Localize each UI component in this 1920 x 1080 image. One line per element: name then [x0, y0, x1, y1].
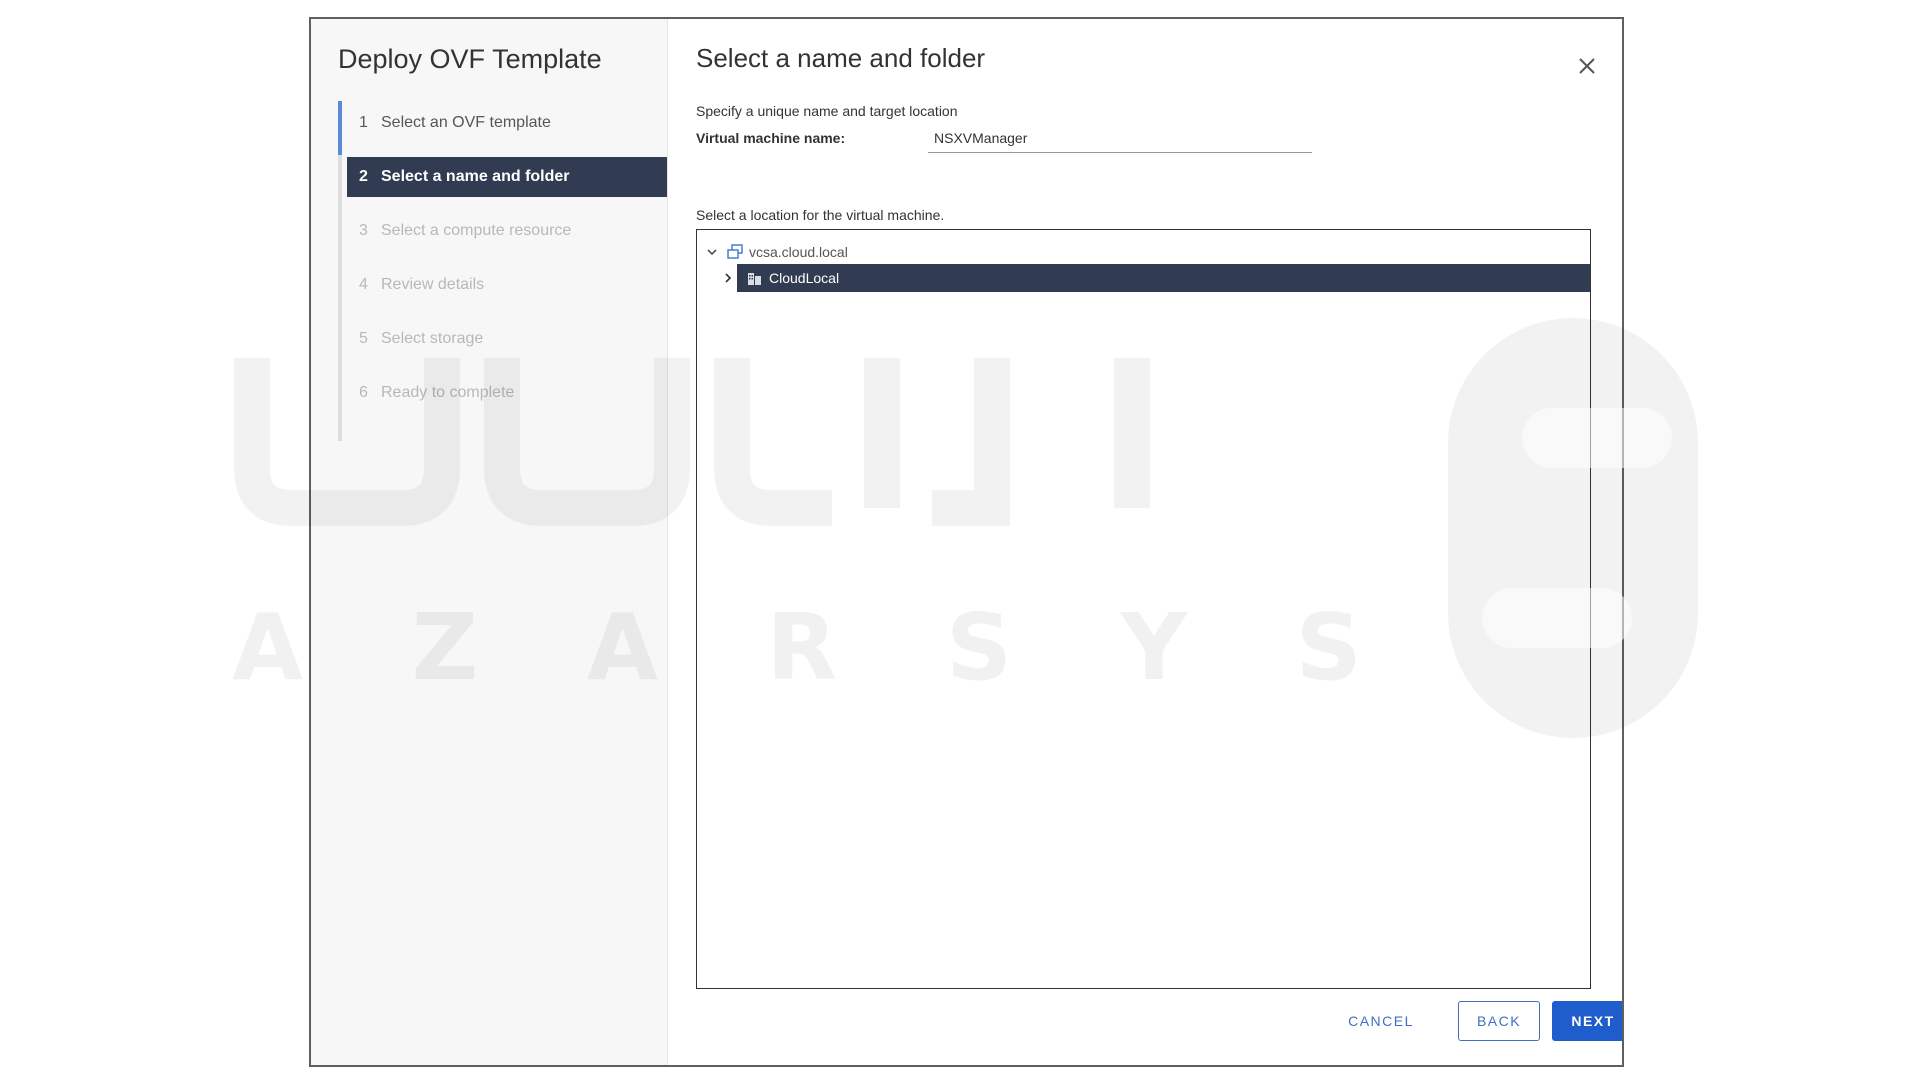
wizard-title: Deploy OVF Template	[338, 44, 602, 74]
step-label: Review details	[381, 276, 485, 293]
chevron-down-icon[interactable]	[703, 243, 721, 261]
step-label: Ready to complete	[381, 384, 515, 401]
datacenter-icon	[745, 269, 765, 287]
step-select-ovf-template[interactable]: 1 Select an OVF template	[347, 103, 667, 143]
deploy-ovf-dialog: Deploy OVF Template 1 Select an OVF temp…	[309, 17, 1624, 1067]
page-title: Select a name and folder	[696, 43, 986, 73]
close-button[interactable]	[1574, 53, 1600, 79]
wizard-main-panel: Select a name and folder Specify a uniqu…	[667, 19, 1622, 1065]
wizard-steps: 1 Select an OVF template 2 Select a name…	[338, 101, 667, 441]
step-select-storage: 5 Select storage	[347, 319, 667, 359]
step-ready-to-complete: 6 Ready to complete	[347, 373, 667, 413]
step-number: 2	[359, 168, 368, 185]
step-label: Select a name and folder	[381, 168, 570, 185]
watermark-letter: A	[232, 594, 304, 701]
tree-node-label: CloudLocal	[769, 270, 840, 286]
location-label: Select a location for the virtual machin…	[696, 207, 945, 223]
tree-node-selected[interactable]: CloudLocal	[737, 264, 1590, 292]
step-number: 6	[359, 384, 368, 401]
step-number: 3	[359, 222, 368, 239]
vm-name-input[interactable]	[928, 123, 1312, 153]
tree-node-vcenter[interactable]: vcsa.cloud.local	[703, 238, 848, 266]
vcenter-icon	[725, 243, 745, 261]
wizard-sidebar: Deploy OVF Template 1 Select an OVF temp…	[311, 19, 668, 1065]
step-label: Select storage	[381, 330, 484, 347]
cancel-button[interactable]: CANCEL	[1325, 1001, 1437, 1041]
chevron-right-icon[interactable]	[719, 269, 737, 287]
step-label: Select an OVF template	[381, 114, 551, 131]
steps-progress-indicator	[338, 101, 342, 155]
tree-node-datacenter[interactable]: CloudLocal	[725, 264, 1590, 292]
back-button[interactable]: BACK	[1458, 1001, 1540, 1041]
step-number: 5	[359, 330, 368, 347]
step-review-details: 4 Review details	[347, 265, 667, 305]
location-tree: vcsa.cloud.local CloudLocal	[696, 229, 1591, 989]
step-number: 4	[359, 276, 368, 293]
step-number: 1	[359, 114, 368, 131]
step-label: Select a compute resource	[381, 222, 572, 239]
page-subtitle: Specify a unique name and target locatio…	[696, 103, 958, 119]
vm-name-label: Virtual machine name:	[696, 130, 846, 146]
step-select-name-folder[interactable]: 2 Select a name and folder	[347, 157, 667, 197]
tree-node-label: vcsa.cloud.local	[749, 244, 848, 260]
step-select-compute-resource: 3 Select a compute resource	[347, 211, 667, 251]
next-button[interactable]: NEXT	[1552, 1001, 1622, 1041]
close-icon	[1579, 58, 1595, 74]
